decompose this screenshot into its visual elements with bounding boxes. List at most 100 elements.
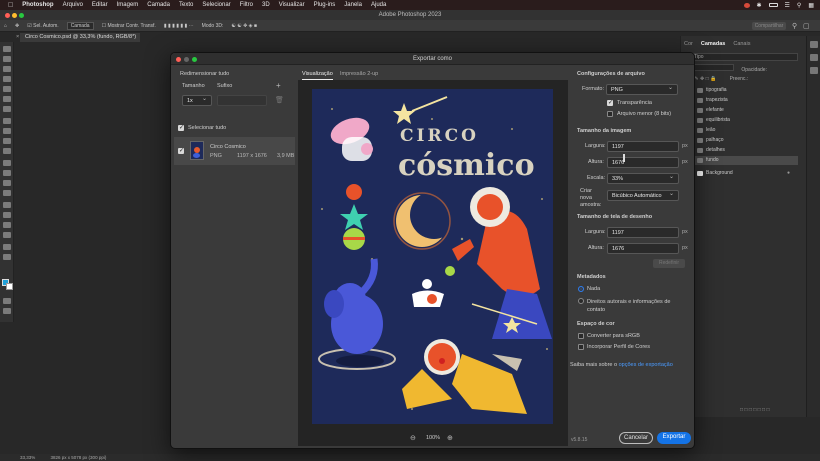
smaller-file-checkbox[interactable] (607, 111, 613, 117)
search-top-icon[interactable]: ⚲ (792, 22, 797, 30)
dodge-icon[interactable] (3, 190, 11, 196)
search-icon[interactable]: ⚲ (797, 2, 801, 9)
menu-visualizar[interactable]: Visualizar (279, 2, 305, 8)
pen-icon[interactable] (3, 202, 11, 208)
zoom-out-icon[interactable]: ⊖ (410, 434, 416, 442)
layer-palhaco[interactable]: palhaço (690, 136, 798, 145)
image-width-input[interactable]: 1197 (607, 141, 679, 152)
crop-icon[interactable] (3, 86, 11, 92)
menu-arquivo[interactable]: Arquivo (63, 2, 83, 8)
layer-background[interactable]: Background ● (690, 169, 798, 179)
cancel-button[interactable]: Cancelar (619, 432, 653, 444)
gradient-icon[interactable] (3, 170, 11, 176)
lasso-icon[interactable] (3, 66, 11, 72)
blur-icon[interactable] (3, 180, 11, 186)
menu-selecionar[interactable]: Selecionar (202, 2, 230, 8)
brush-icon[interactable] (3, 128, 11, 134)
layer-tipografia[interactable]: tipografia (690, 86, 798, 95)
tab-camadas[interactable]: Camadas (701, 41, 725, 47)
tab-canais[interactable]: Canais (733, 41, 750, 47)
zoom-window-icon[interactable] (19, 13, 24, 18)
menu-texto[interactable]: Texto (179, 2, 193, 8)
eyedropper-icon[interactable] (3, 106, 11, 112)
close-window-icon[interactable] (5, 13, 10, 18)
frame-icon[interactable] (3, 96, 11, 102)
control-center-icon[interactable]: ▦ (808, 2, 814, 9)
layer-leao[interactable]: leão (690, 126, 798, 135)
reset-canvas-button[interactable]: Redefinir (653, 259, 685, 268)
panel-icon-3[interactable] (810, 67, 818, 74)
menu-photoshop[interactable]: Photoshop (22, 2, 53, 8)
zoom-in-icon[interactable]: ⊕ (447, 434, 453, 442)
size-select[interactable]: 1x (182, 95, 212, 106)
layer-elefante[interactable]: elefante (690, 106, 798, 115)
transparency-checkbox[interactable] (607, 99, 613, 106)
asset-row[interactable]: Circo Cosmico PNG 1197 x 1676 3,9 MB (174, 137, 295, 165)
layer-detalhes[interactable]: detalhes (690, 146, 798, 155)
layer-equilibrista[interactable]: equilibrista (690, 116, 798, 125)
dialog-close-icon[interactable] (176, 57, 181, 62)
convert-srgb-checkbox[interactable] (578, 333, 584, 339)
menu-3d[interactable]: 3D (262, 2, 270, 8)
bluetooth-icon[interactable]: ✱ (757, 2, 762, 9)
canvas-width-input[interactable]: 1197 (607, 227, 679, 238)
home-icon[interactable]: ⌂ (4, 23, 7, 29)
metadata-none-radio[interactable] (578, 286, 584, 292)
workspace-icon[interactable]: ▢ (803, 22, 810, 30)
screen-mirror-icon[interactable] (743, 2, 750, 8)
show-transform-checkbox[interactable]: ☐ Mostrar Contr. Transf. (102, 23, 156, 29)
eraser-icon[interactable] (3, 160, 11, 166)
suffix-input[interactable] (217, 95, 267, 106)
tab-impressao-2up[interactable]: Impressão 2-up (340, 71, 378, 77)
layer-select-dropdown[interactable]: Camada (66, 21, 94, 30)
layer-filter-field[interactable]: Tipo (690, 53, 798, 61)
menu-imagem[interactable]: Imagem (117, 2, 139, 8)
embed-profile-checkbox[interactable] (578, 344, 584, 350)
canvas-height-input[interactable]: 1676 (607, 243, 679, 254)
export-button[interactable]: Exportar (657, 432, 691, 444)
magic-wand-icon[interactable] (3, 76, 11, 82)
more-tools-icon[interactable] (3, 264, 11, 267)
add-scale-icon[interactable]: + (276, 81, 281, 90)
quick-mask-icon[interactable] (3, 298, 11, 304)
menu-editar[interactable]: Editar (92, 2, 108, 8)
healing-icon[interactable] (3, 118, 11, 124)
shape-icon[interactable] (3, 232, 11, 238)
dialog-zoom-icon[interactable] (192, 57, 197, 62)
marquee-icon[interactable] (3, 56, 11, 62)
select-all-checkbox[interactable] (178, 124, 184, 131)
3d-tools-icons[interactable]: ☯ ☯ ✥ ◈ ■ (231, 23, 257, 29)
battery-icon[interactable] (768, 3, 778, 7)
type-icon[interactable] (3, 212, 11, 218)
image-height-input[interactable]: 1676 (607, 157, 679, 168)
scale-select[interactable]: 33% (607, 173, 679, 184)
menu-janela[interactable]: Janela (344, 2, 362, 8)
align-icons[interactable]: ▮ ▮ ▮ ▮ ▮ ▮ ⋯ (164, 23, 194, 29)
wifi-icon[interactable]: ☰ (785, 2, 790, 9)
screen-mode-icon[interactable] (3, 308, 11, 314)
panel-icon-1[interactable] (810, 41, 818, 48)
layer-fundo[interactable]: fundo (690, 156, 798, 165)
minimize-window-icon[interactable] (12, 13, 17, 18)
export-options-link[interactable]: opções de exportação (619, 362, 673, 368)
share-button[interactable]: Compartilhar (752, 22, 786, 30)
blend-mode-dropdown[interactable] (690, 64, 734, 71)
move-icon[interactable] (3, 46, 11, 52)
tab-cor[interactable]: Cor (684, 41, 693, 47)
menu-camada[interactable]: Camada (147, 2, 170, 8)
auto-select-checkbox[interactable]: ☑ Sel. Autom. (27, 23, 58, 29)
menu-filtro[interactable]: Filtro (240, 2, 253, 8)
menu-plugins[interactable]: Plug-ins (314, 2, 336, 8)
format-select[interactable]: PNG (606, 84, 678, 95)
path-select-icon[interactable] (3, 222, 11, 228)
hand-icon[interactable] (3, 244, 11, 250)
asset-checkbox[interactable] (178, 147, 184, 154)
background-color-swatch[interactable] (6, 283, 13, 290)
zoom-icon[interactable] (3, 254, 11, 260)
close-tab-icon[interactable]: × (16, 33, 19, 42)
layer-trapezista[interactable]: trapezista (690, 96, 798, 105)
history-brush-icon[interactable] (3, 148, 11, 154)
trash-icon[interactable]: 🗑 (275, 96, 284, 104)
panel-icon-2[interactable] (810, 54, 818, 61)
resample-select[interactable]: Bicúbico Automático (607, 190, 679, 201)
